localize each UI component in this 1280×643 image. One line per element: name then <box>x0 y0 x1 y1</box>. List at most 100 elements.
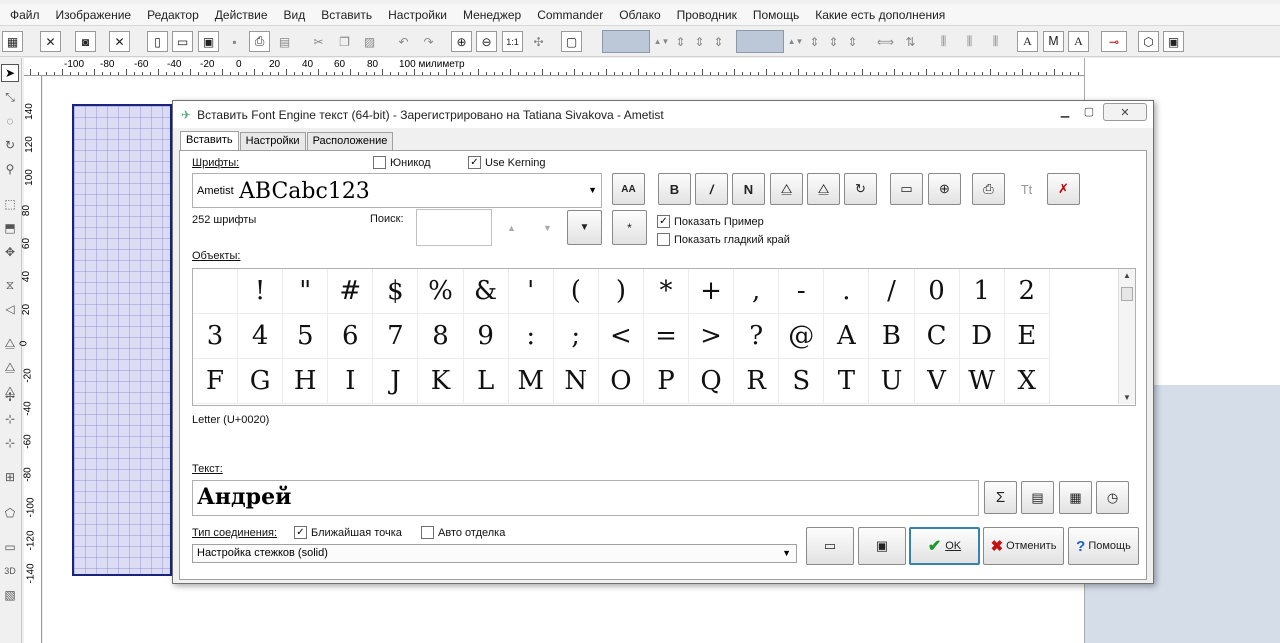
unicode-checkbox[interactable] <box>373 156 386 169</box>
cancel-button[interactable]: ✖ Отменить <box>983 527 1064 565</box>
key-icon[interactable]: ⊸ <box>1101 31 1127 52</box>
menu-item[interactable]: Действие <box>207 8 276 22</box>
glyph-cell[interactable]: ( <box>553 269 599 314</box>
search-next-icon[interactable]: ▼ <box>543 223 552 233</box>
help-button[interactable]: ? Помощь <box>1068 527 1139 565</box>
glyph-cell[interactable]: M <box>508 359 554 404</box>
mirror2-icon[interactable]: ⇅ <box>900 31 921 52</box>
glyph-cell[interactable]: ; <box>553 314 599 359</box>
menu-item[interactable]: Облако <box>611 8 668 22</box>
menu-item[interactable]: Настройки <box>380 8 455 22</box>
text-outline-icon[interactable]: A <box>1068 31 1089 52</box>
mirror-icon[interactable]: ⟺ <box>875 31 896 52</box>
open-folder-icon[interactable]: ▭ <box>172 31 193 52</box>
glyph-cell[interactable]: , <box>734 269 780 314</box>
italic-button[interactable]: / <box>695 173 728 205</box>
glyph-cell[interactable]: @ <box>779 314 825 359</box>
grid-icon[interactable]: ✕ <box>109 31 130 52</box>
glyph-cell[interactable]: < <box>598 314 644 359</box>
auto-trim-checkbox[interactable] <box>421 526 434 539</box>
glyph-cell[interactable]: 5 <box>283 314 329 359</box>
distribute-icon[interactable]: ⫼ <box>933 31 954 52</box>
zoom-in-icon[interactable]: ⊕ <box>451 31 472 52</box>
sigma-button[interactable]: Σ <box>984 481 1017 514</box>
glyph-scrollbar[interactable]: ▲ ▼ <box>1118 269 1135 404</box>
glyph-cell[interactable]: : <box>508 314 554 359</box>
glyph-cell[interactable]: 6 <box>328 314 374 359</box>
glyph-cell[interactable]: # <box>328 269 374 314</box>
glyph-cell[interactable]: 2 <box>1004 269 1050 314</box>
menu-item[interactable]: Вставить <box>313 8 380 22</box>
glyph-cell[interactable]: E <box>1004 314 1050 359</box>
glyph-cell[interactable]: 4 <box>238 314 284 359</box>
menu-item[interactable]: Файл <box>2 8 48 22</box>
undo-icon[interactable]: ↶ <box>393 31 414 52</box>
glyph-cell[interactable]: W <box>959 359 1005 404</box>
shape-icon[interactable]: ⬠ <box>1 504 19 522</box>
glyph-grid[interactable]: ! " # $% & '() * +, -./0 1 2 3 4 5 6 7 8 9:; < = >? @ A B C D E F G H… <box>192 268 1136 406</box>
glyph-cell[interactable]: B <box>869 314 915 359</box>
paste-icon[interactable]: ▨ <box>359 31 380 52</box>
redo-icon[interactable]: ↷ <box>418 31 439 52</box>
calculator-button[interactable]: ▦ <box>1059 481 1092 514</box>
align5-icon[interactable]: ⇕ <box>823 31 844 52</box>
align-icon[interactable]: ⇕ <box>670 31 691 52</box>
glyph-cell[interactable]: I <box>328 359 374 404</box>
mirror-v-icon[interactable]: ◁ <box>1 300 19 318</box>
folder-icon[interactable]: ▭ <box>890 173 923 205</box>
tab-insert[interactable]: Вставить <box>180 131 239 151</box>
clock-button[interactable]: ◷ <box>1096 481 1129 514</box>
glyph-cell[interactable]: K <box>418 359 464 404</box>
frame-icon[interactable]: ▢ <box>561 31 582 52</box>
glyph-cell[interactable]: 9 <box>463 314 509 359</box>
rotate-text-button[interactable]: ↻ <box>844 173 877 205</box>
copy-icon[interactable]: ❐ <box>334 31 355 52</box>
export-icon[interactable]: ▤ <box>274 31 295 52</box>
printer-icon[interactable]: ⎙ <box>972 173 1005 205</box>
show-smooth-checkbox[interactable] <box>657 233 670 246</box>
use-kerning-checkbox[interactable]: ✓ <box>468 156 481 169</box>
minimize-icon[interactable]: ▁ <box>1053 103 1077 121</box>
align6-icon[interactable]: ⇕ <box>842 31 863 52</box>
glyph-cell[interactable]: T <box>824 359 870 404</box>
open-folder-button[interactable]: ▭ <box>806 527 854 565</box>
glyph-cell[interactable]: & <box>463 269 509 314</box>
asterisk-button[interactable]: * <box>612 210 647 245</box>
glyph-cell[interactable]: 3 <box>193 314 239 359</box>
glyph-cell[interactable]: X <box>1004 359 1050 404</box>
menu-item[interactable]: Помощь <box>745 8 807 22</box>
distribute2-icon[interactable]: ⫼ <box>959 31 980 52</box>
glyph-cell[interactable]: F <box>193 359 239 404</box>
menu-item[interactable]: Commander <box>529 8 611 22</box>
rect-select-icon[interactable]: ⬚ <box>1 195 19 213</box>
menu-item[interactable]: Изображение <box>48 8 140 22</box>
menu-item[interactable]: Редактор <box>139 8 207 22</box>
node-edit-icon[interactable]: ⤡ <box>1 88 19 106</box>
glyph-cell[interactable]: * <box>643 269 690 314</box>
save-floppy-button[interactable]: ▣ <box>858 527 906 565</box>
bold-button[interactable]: B <box>658 173 691 205</box>
search-prev-icon[interactable]: ▲ <box>507 223 516 233</box>
move-icon[interactable]: ✥ <box>1 243 19 261</box>
width-spinner-icon[interactable]: ▲▼ <box>651 31 672 52</box>
select-arrow-icon[interactable]: ➤ <box>1 64 19 82</box>
glyph-cell[interactable]: > <box>689 314 735 359</box>
zoom-out-icon[interactable]: ⊖ <box>476 31 497 52</box>
tab-layout[interactable]: Расположение <box>306 132 394 151</box>
distribute3-icon[interactable]: ⫼ <box>985 31 1006 52</box>
glyph-cell[interactable]: = <box>643 314 690 359</box>
align3-icon[interactable]: ⇕ <box>708 31 729 52</box>
glyph-cell[interactable]: " <box>283 269 329 314</box>
menu-item[interactable]: Проводник <box>669 8 745 22</box>
text-input[interactable]: Андрей <box>192 480 979 516</box>
nearest-point-checkbox[interactable]: ✓ <box>294 526 307 539</box>
glyph-cell[interactable]: R <box>734 359 780 404</box>
glyph-cell[interactable]: H <box>283 359 329 404</box>
lasso-icon[interactable]: ◌ <box>1 112 19 130</box>
glyph-cell[interactable]: 7 <box>373 314 419 359</box>
stamp-icon[interactable]: ⬡ <box>1138 31 1159 52</box>
crop-icon[interactable]: ⬒ <box>1 219 19 237</box>
glyph-cell[interactable]: L <box>463 359 509 404</box>
save-icon[interactable]: ▣ <box>198 31 219 52</box>
document-button[interactable]: ▤ <box>1021 481 1054 514</box>
